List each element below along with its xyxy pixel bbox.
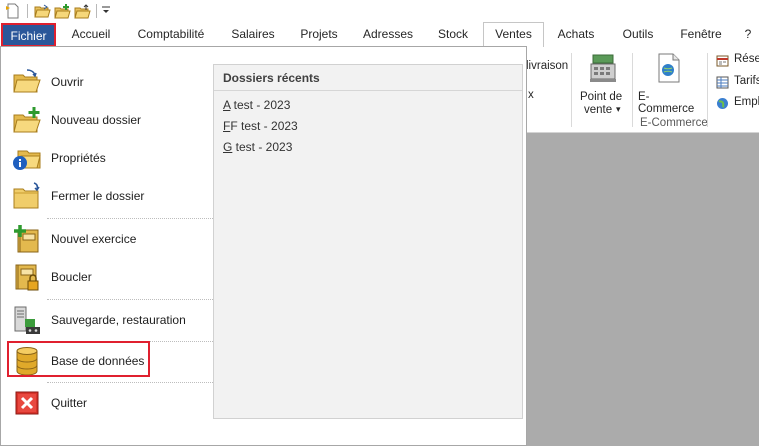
menu-item-nouveau-dossier[interactable]: Nouveau dossier xyxy=(5,101,211,139)
ribbon-item-tarifs[interactable]: Tarifs xyxy=(716,75,759,91)
ecommerce-label: E-Commerce xyxy=(638,91,695,115)
tarifs-label: Tarifs xyxy=(734,75,759,87)
recent-item[interactable]: A test - 2023 xyxy=(223,98,290,112)
recent-folders-panel: Dossiers récents A test - 2023 FF test -… xyxy=(213,64,523,419)
ribbon-livraison-label[interactable]: livraison xyxy=(526,60,568,72)
folder-upload-icon[interactable] xyxy=(73,2,91,20)
menu-item-quitter[interactable]: Quitter xyxy=(5,384,211,422)
tab-ventes[interactable]: Ventes xyxy=(483,22,544,48)
reservations-icon xyxy=(716,54,729,70)
tab-adresses[interactable]: Adresses xyxy=(356,22,420,47)
recent-item-label: test - 2023 xyxy=(232,140,293,154)
tab-fenetre[interactable]: Fenêtre xyxy=(672,22,730,47)
file-menu: Ouvrir Nouveau dossier Propriétés Fermer… xyxy=(0,46,527,446)
menu-item-sauvegarde-restauration[interactable]: Sauvegarde, restauration xyxy=(5,301,211,339)
tab-fichier[interactable]: Fichier xyxy=(1,23,56,47)
menu-item-proprietes[interactable]: Propriétés xyxy=(5,139,211,177)
menu-separator xyxy=(47,218,213,219)
pos-label-line2: vente xyxy=(584,104,613,116)
chevron-down-icon: ▾ xyxy=(616,104,621,114)
recent-item-label: F test - 2023 xyxy=(230,119,298,133)
pos-label-line1: Point de xyxy=(580,91,623,103)
menu-item-label: Fermer le dossier xyxy=(51,189,145,203)
tab-salaires[interactable]: Salaires xyxy=(222,22,284,47)
tab-stock[interactable]: Stock xyxy=(428,22,478,47)
tab-achats[interactable]: Achats xyxy=(550,22,602,47)
menu-item-label: Nouvel exercice xyxy=(51,232,137,246)
emplacements-label: Empl xyxy=(734,96,759,108)
menu-item-fermer-dossier[interactable]: Fermer le dossier xyxy=(5,177,211,215)
menu-item-label: Ouvrir xyxy=(51,75,84,89)
recent-folders-title: Dossiers récents xyxy=(223,71,320,85)
quick-access-toolbar xyxy=(0,0,759,22)
new-fiscal-year-icon xyxy=(11,223,43,255)
toolbar-separator xyxy=(96,4,97,18)
menu-separator xyxy=(47,299,213,300)
exit-icon xyxy=(11,387,43,419)
highlight-box xyxy=(7,341,150,377)
recent-item-label: test - 2023 xyxy=(230,98,291,112)
menu-item-label: Nouveau dossier xyxy=(51,113,142,127)
ribbon-x-label[interactable]: x xyxy=(528,89,534,101)
ribbon-item-emplacements[interactable]: Empl xyxy=(716,96,759,112)
ribbon-tab-bar: Fichier Accueil Comptabilité Salaires Pr… xyxy=(0,22,759,48)
menu-item-boucler[interactable]: Boucler xyxy=(5,258,211,296)
ecommerce-document-icon xyxy=(656,53,682,86)
menu-item-label: Propriétés xyxy=(51,151,106,165)
ribbon-item-reservations[interactable]: Rése xyxy=(716,53,759,69)
reservations-label: Rése xyxy=(734,53,759,65)
point-de-vente-button[interactable]: Point de vente ▾ xyxy=(576,51,632,119)
tab-projets[interactable]: Projets xyxy=(290,22,348,47)
tab-accueil[interactable]: Accueil xyxy=(60,22,122,47)
recent-item[interactable]: FF test - 2023 xyxy=(223,119,298,133)
lock-book-icon xyxy=(11,261,43,293)
menu-item-label: Quitter xyxy=(51,396,88,410)
toolbar-separator xyxy=(27,4,28,18)
menu-item-ouvrir[interactable]: Ouvrir xyxy=(5,63,211,101)
ecommerce-group-label: E-Commerce xyxy=(640,117,708,129)
new-folder-icon[interactable] xyxy=(53,2,71,20)
globe-icon xyxy=(716,97,729,113)
open-folder-icon xyxy=(11,66,43,98)
new-document-icon[interactable] xyxy=(4,2,22,20)
new-folder-icon xyxy=(11,104,43,136)
cash-register-icon xyxy=(588,53,618,86)
tab-comptabilite[interactable]: Comptabilité xyxy=(128,22,214,47)
ecommerce-button[interactable]: E-Commerce xyxy=(636,51,704,115)
close-folder-icon xyxy=(11,180,43,212)
open-folder-icon[interactable] xyxy=(33,2,51,20)
divider xyxy=(214,90,522,91)
customize-dropdown-icon[interactable] xyxy=(102,5,110,17)
menu-item-nouvel-exercice[interactable]: Nouvel exercice xyxy=(5,220,211,258)
tab-outils[interactable]: Outils xyxy=(610,22,666,47)
folder-info-icon xyxy=(11,142,43,174)
tab-help[interactable]: ? xyxy=(738,22,758,47)
menu-item-label: Sauvegarde, restauration xyxy=(51,313,186,327)
recent-item[interactable]: G test - 2023 xyxy=(223,140,292,154)
menu-separator xyxy=(47,382,213,383)
menu-item-label: Boucler xyxy=(51,270,92,284)
tarifs-icon xyxy=(716,76,729,92)
access-key: G xyxy=(223,140,233,154)
backup-restore-icon xyxy=(11,304,43,336)
